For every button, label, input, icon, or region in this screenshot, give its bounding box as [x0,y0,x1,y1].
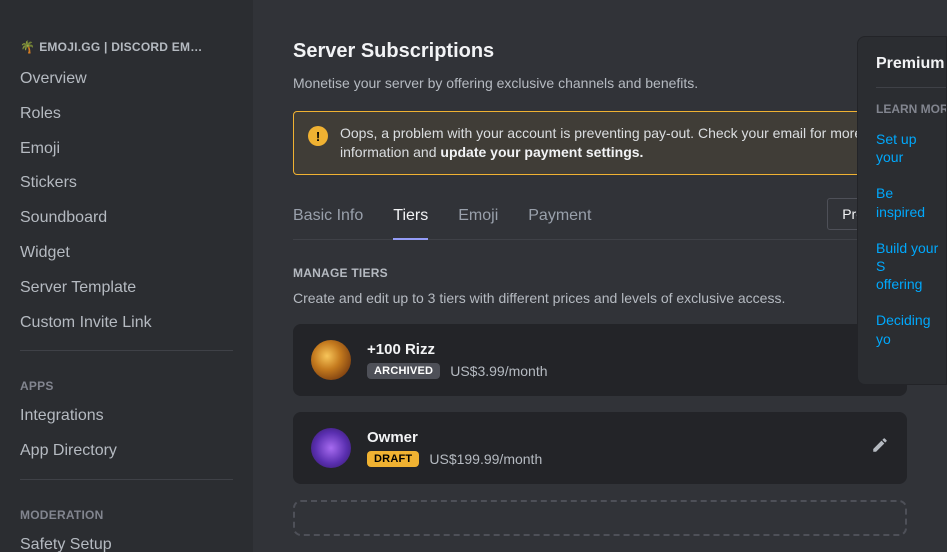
sidebar-item-server-template[interactable]: Server Template [10,271,243,306]
right-info-panel: Premium S LEARN MORE Set up your Be inspi… [857,36,947,385]
payout-warning-alert: ! Oops, a problem with your account is p… [293,111,907,175]
learn-more-link[interactable]: Be inspired [876,184,946,220]
tier-card[interactable]: +100 Rizz ARCHIVED US$3.99/month [293,324,907,396]
tier-avatar [311,428,351,468]
tier-status-badge: DRAFT [367,451,419,467]
tier-price: US$3.99/month [450,363,547,379]
learn-more-link[interactable]: Build your S offering [876,239,946,294]
sidebar-item-roles[interactable]: Roles [10,97,243,132]
guild-name: EMOJI.GG | DISCORD EM… [39,40,202,54]
main-content: Server Subscriptions Monetise your serve… [253,0,947,552]
manage-tiers-desc: Create and edit up to 3 tiers with diffe… [293,290,907,306]
sidebar-item-custom-invite-link[interactable]: Custom Invite Link [10,306,243,341]
tier-name: Owmer [367,429,855,446]
tier-price: US$199.99/month [429,451,542,467]
warning-icon: ! [308,126,328,146]
tab-basic-info[interactable]: Basic Info [293,197,363,239]
page-title: Server Subscriptions [293,40,907,63]
palm-tree-icon: 🌴 [20,40,35,54]
sidebar-item-app-directory[interactable]: App Directory [10,434,243,469]
right-panel-title: Premium S [876,55,946,73]
sidebar-item-integrations[interactable]: Integrations [10,399,243,434]
section-label-moderation: MODERATION [10,490,243,528]
add-tier-placeholder[interactable] [293,500,907,536]
manage-tiers-heading: MANAGE TIERS [293,266,907,280]
sidebar-item-stickers[interactable]: Stickers [10,166,243,201]
tier-name: +100 Rizz [367,341,855,358]
sidebar-item-soundboard[interactable]: Soundboard [10,201,243,236]
alert-text: Oops, a problem with your account is pre… [340,124,892,162]
tabs-row: Basic InfoTiersEmojiPayment Preview [293,197,907,240]
guild-label: 🌴 EMOJI.GG | DISCORD EM… [10,40,243,62]
pencil-icon[interactable] [871,436,889,459]
alert-bold-link[interactable]: update your payment settings. [440,144,643,160]
tab-emoji[interactable]: Emoji [458,197,498,239]
sidebar-divider [20,479,233,480]
sidebar-item-overview[interactable]: Overview [10,62,243,97]
learn-more-link[interactable]: Deciding yo [876,311,946,347]
tab-tiers[interactable]: Tiers [393,197,428,239]
sidebar-item-widget[interactable]: Widget [10,236,243,271]
tab-payment[interactable]: Payment [528,197,591,239]
sidebar-divider [20,350,233,351]
tier-status-badge: ARCHIVED [367,363,440,379]
tier-avatar [311,340,351,380]
section-label-apps: APPS [10,361,243,399]
tier-card[interactable]: Owmer DRAFT US$199.99/month [293,412,907,484]
sidebar-item-emoji[interactable]: Emoji [10,132,243,167]
settings-sidebar: 🌴 EMOJI.GG | DISCORD EM… OverviewRolesEm… [0,0,253,552]
right-panel-label: LEARN MORE [876,102,946,116]
page-subtitle: Monetise your server by offering exclusi… [293,75,907,91]
right-panel-divider [876,87,946,88]
learn-more-link[interactable]: Set up your [876,130,946,166]
sidebar-item-safety-setup[interactable]: Safety Setup [10,528,243,552]
